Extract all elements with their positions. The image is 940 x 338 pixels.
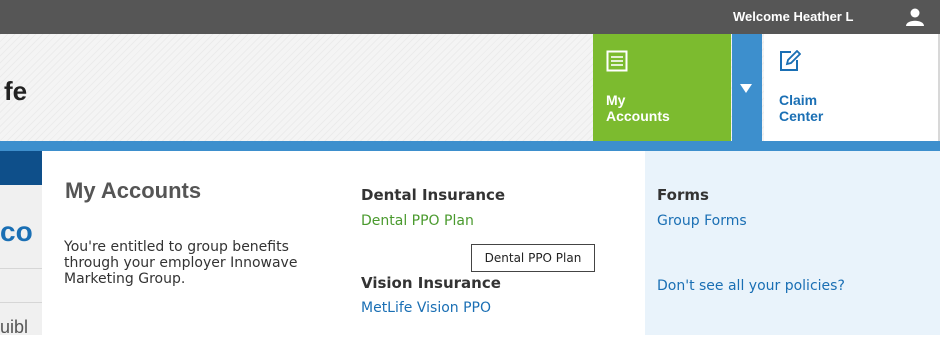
tab-my-accounts[interactable]: My Accounts xyxy=(593,34,731,141)
tab-my-accounts-label: My Accounts xyxy=(606,92,670,124)
link-group-forms[interactable]: Group Forms xyxy=(657,213,747,229)
divider xyxy=(0,302,42,303)
background-content xyxy=(0,185,42,335)
accounts-dropdown-toggle[interactable] xyxy=(732,34,762,141)
tooltip: Dental PPO Plan xyxy=(471,244,595,272)
divider xyxy=(0,268,42,269)
panel-title: My Accounts xyxy=(65,178,202,203)
section-heading-vision: Vision Insurance xyxy=(361,274,501,292)
document-list-icon xyxy=(606,50,628,72)
logo-text-fragment: fe xyxy=(4,76,28,106)
background-heading-fragment: co xyxy=(0,216,33,247)
user-icon[interactable] xyxy=(904,8,926,26)
tab-claim-center-label: Claim Center xyxy=(779,92,824,124)
accounts-dropdown-sidebar xyxy=(645,151,940,335)
section-heading-dental: Dental Insurance xyxy=(361,186,506,204)
welcome-text: Welcome Heather L xyxy=(733,9,854,24)
top-bar: Welcome Heather L xyxy=(0,0,940,34)
tab-claim-center[interactable]: Claim Center xyxy=(764,34,940,141)
link-missing-policies[interactable]: Don't see all your policies? xyxy=(657,278,845,294)
background-banner xyxy=(0,151,42,185)
header-underline xyxy=(0,141,940,151)
panel-description: You're entitled to group benefits throug… xyxy=(64,239,298,287)
dropdown-arrow-icon xyxy=(740,84,752,93)
link-dental-ppo-plan[interactable]: Dental PPO Plan xyxy=(361,213,474,229)
edit-document-icon xyxy=(780,50,801,71)
link-metlife-vision-ppo[interactable]: MetLife Vision PPO xyxy=(361,300,491,316)
section-heading-forms: Forms xyxy=(657,186,709,204)
